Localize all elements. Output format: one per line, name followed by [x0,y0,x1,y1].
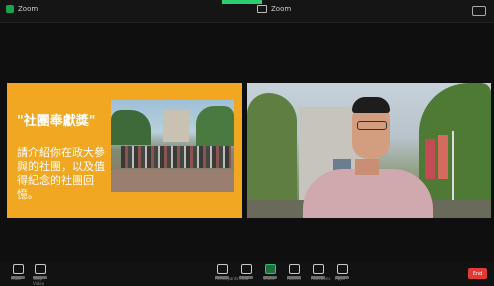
slide-body-text: 請介紹你在政大參與的社團，以及值得紀念的社團回憶。 [17,146,105,201]
mute-button[interactable]: Mute [8,264,28,284]
participants-button[interactable]: Participants [212,264,239,284]
microphone-icon [12,264,24,274]
apps-icon [336,264,348,274]
app-title-area: Zoom [6,5,38,13]
participants-label: Participants [215,276,239,281]
reactions-icon [312,264,324,274]
share-screen-icon [264,264,276,274]
record-label: Record [287,276,301,281]
apps-label: Apps [335,276,345,281]
stop-video-button[interactable]: Stop Video [30,264,50,286]
fullscreen-icon[interactable] [472,6,486,16]
talking-indicator-bar [222,0,262,4]
participants-icon [216,264,228,274]
stop-video-label: Stop Video [33,276,45,286]
mute-label: Mute [11,276,22,281]
slide-photo [111,100,234,192]
view-icon[interactable] [257,5,267,13]
video-camera-icon [34,264,46,274]
share-label: Share [263,276,275,281]
chat-icon [240,264,252,274]
record-icon [288,264,300,274]
app-title: Zoom [18,5,39,13]
participant-video[interactable] [247,83,491,218]
end-meeting-button[interactable]: End [468,268,487,279]
participant-person [303,169,433,218]
reactions-label: Reactions [311,276,331,281]
security-shield-icon[interactable] [6,5,14,13]
shared-slide: "社團奉獻獎" 請介紹你在政大參與的社團，以及值得紀念的社團回憶。 [7,83,242,218]
zoom-meeting-window: Zoom Zoom "社團奉獻獎" 請介紹你在政大參與的社團，以及值得紀念的社團… [0,0,494,286]
apps-button[interactable]: Apps [332,264,352,284]
chat-label: Chat [239,276,249,281]
meeting-toolbar: Mute Stop Video Participants Chat Share … [0,262,494,286]
record-button[interactable]: Record [284,264,304,284]
share-screen-button[interactable]: Share [260,264,280,284]
chat-button[interactable]: Chat [236,264,256,284]
window-label: Zoom [271,5,292,13]
slide-title: "社團奉獻獎" [17,114,96,129]
reactions-button[interactable]: Reactions [308,264,331,284]
window-label-area: Zoom [257,5,291,13]
top-bar: Zoom Zoom [0,0,494,23]
